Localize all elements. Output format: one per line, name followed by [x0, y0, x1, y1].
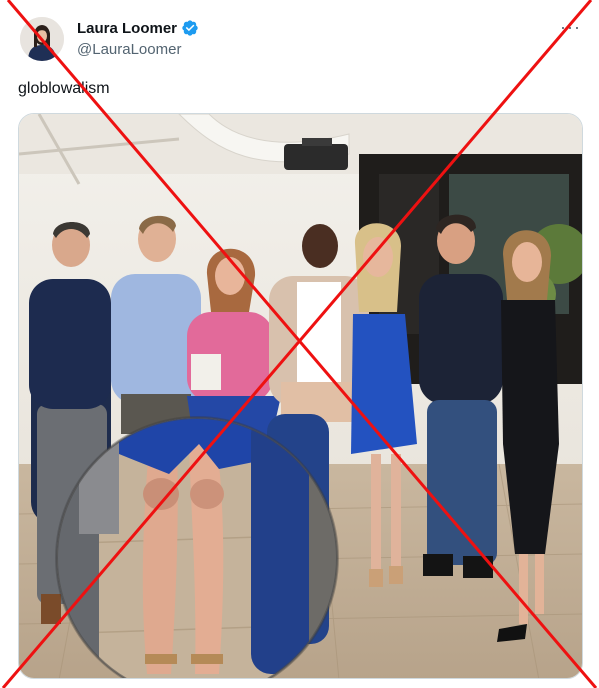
author-name-row[interactable]: Laura Loomer: [77, 19, 199, 37]
tweet-text: globlowalism: [18, 80, 110, 97]
group-photo-illustration: [19, 114, 582, 678]
author-handle[interactable]: @LauraLoomer: [77, 41, 181, 58]
avatar[interactable]: [20, 17, 64, 61]
tweet-photo[interactable]: [18, 113, 583, 679]
more-options-icon[interactable]: ···: [560, 17, 581, 37]
avatar-image: [20, 17, 64, 61]
author-display-name[interactable]: Laura Loomer: [77, 20, 177, 37]
verified-badge-icon: [182, 20, 198, 36]
